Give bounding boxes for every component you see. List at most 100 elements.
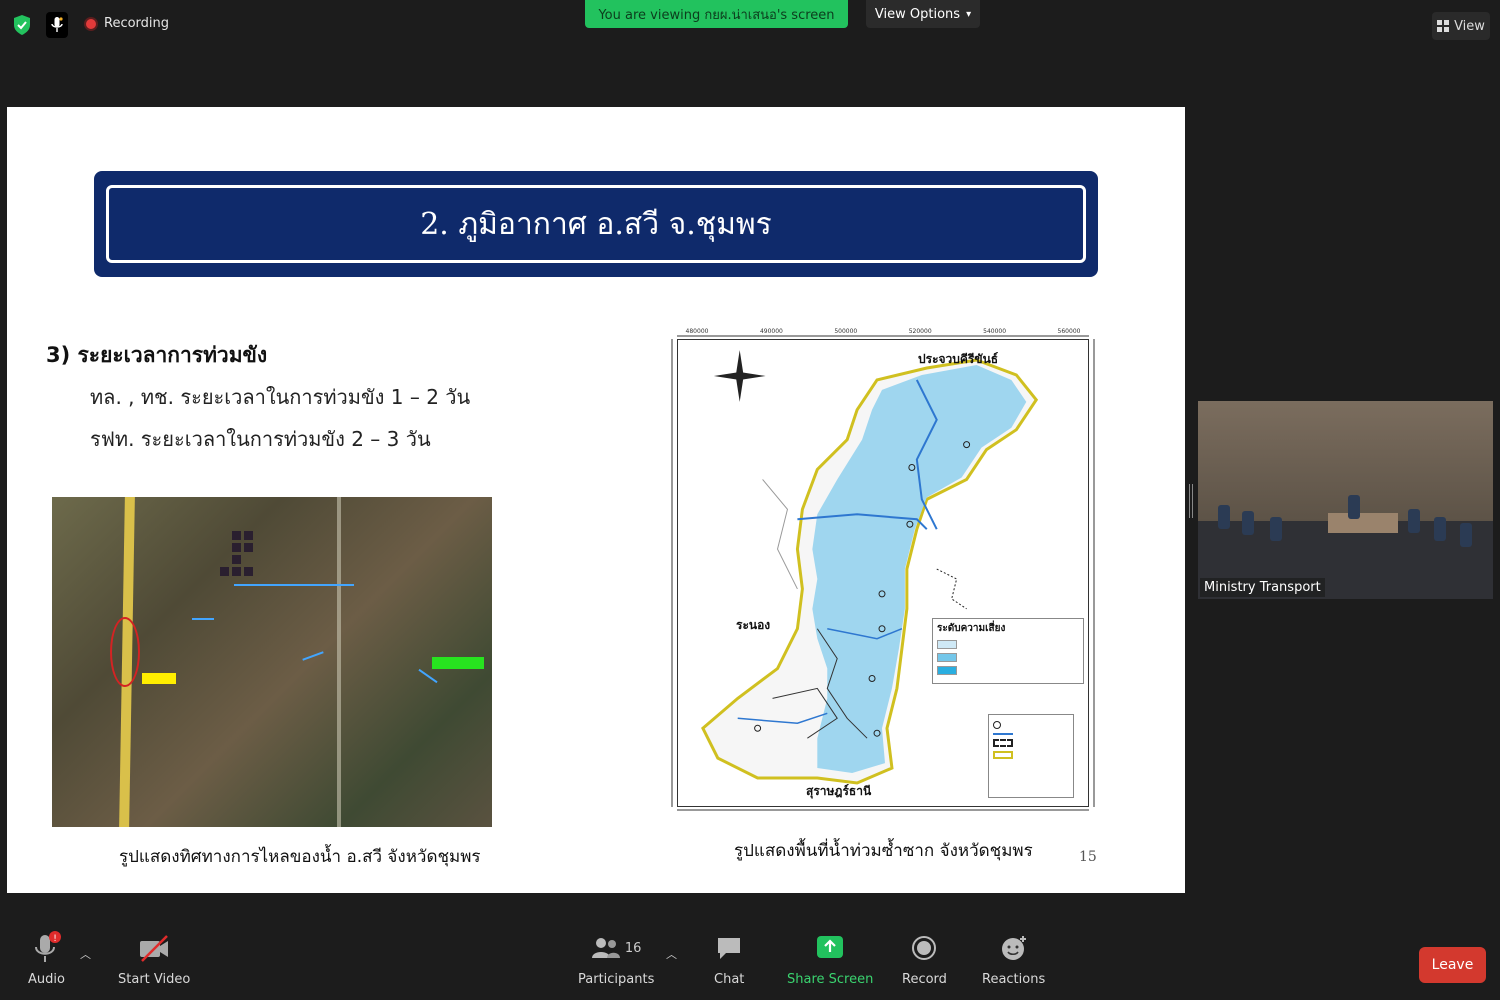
river-symbol-icon xyxy=(993,733,1013,735)
panel-resize-handle[interactable] xyxy=(1189,484,1193,518)
flow-arrow-icon xyxy=(418,668,438,684)
audio-button[interactable]: ! Audio xyxy=(28,928,65,987)
caption-right: รูปแสดงพื้นที่น้ำท่วมซ้ำซาก จังหวัดชุมพร xyxy=(734,841,1033,861)
video-participant-figure xyxy=(1348,495,1360,519)
map-axis-left xyxy=(671,339,673,807)
slide-heading: 3) ระยะเวลาการท่วมขัง xyxy=(46,343,268,367)
map-axis-tick-label: 490000 xyxy=(760,328,783,335)
pond xyxy=(232,555,241,564)
legend-row xyxy=(937,666,1079,675)
caption-left: รูปแสดงทิศทางการไหลของน้ำ อ.สวี จังหวัดช… xyxy=(119,847,481,867)
participants-icon xyxy=(591,938,620,958)
view-layout-button[interactable]: View xyxy=(1432,12,1490,40)
map-axis-right xyxy=(1093,339,1095,807)
slide-title-box: 2. ภูมิอากาศ อ.สวี จ.ชุมพร xyxy=(94,171,1098,277)
top-bar: Recording You are viewing กยผ.น่าเสนอ's … xyxy=(0,0,1500,52)
km-marker-label xyxy=(142,673,176,684)
recording-indicator[interactable]: Recording xyxy=(84,16,169,31)
north-arrow-icon xyxy=(713,350,766,402)
participants-button[interactable]: 16 Participants xyxy=(578,928,654,987)
pond xyxy=(244,531,253,540)
microphone-icon xyxy=(51,17,63,32)
pond xyxy=(232,567,241,576)
view-options-button[interactable]: View Options ▾ xyxy=(866,0,980,28)
slide-bullet-1: ทล. , ทช. ระยะเวลาในการท่วมขัง 1 – 2 วัน xyxy=(90,385,471,409)
chat-button[interactable]: Chat xyxy=(714,928,744,987)
record-icon xyxy=(912,936,937,960)
pond xyxy=(244,543,253,552)
map-axis-tick-label: 520000 xyxy=(909,328,932,335)
district-boundary-symbol-icon xyxy=(993,739,1013,747)
legend-row xyxy=(993,721,1069,729)
risk-legend-title: ระดับความเสี่ยง xyxy=(937,623,1006,634)
location-label xyxy=(432,657,484,669)
legend-row xyxy=(937,653,1079,662)
recording-label: Recording xyxy=(104,16,170,31)
symbol-legend xyxy=(988,714,1074,798)
district-symbol-icon xyxy=(993,721,1001,729)
audio-status-icon[interactable] xyxy=(46,12,68,38)
map-axis-top: 480000 490000 500000 520000 540000 560000 xyxy=(677,328,1089,337)
risk-legend: ระดับความเสี่ยง xyxy=(932,618,1084,684)
chat-icon xyxy=(718,938,741,959)
audio-options-chevron-icon[interactable]: ︿ xyxy=(80,946,91,962)
view-label: View xyxy=(1454,18,1485,34)
slide-bullet-2: รฟท. ระยะเวลาในการท่วมขัง 2 – 3 วัน xyxy=(90,427,431,451)
map-axis-bottom xyxy=(677,809,1089,811)
video-participant-figure xyxy=(1434,517,1446,541)
leave-button[interactable]: Leave xyxy=(1419,947,1486,983)
slide-title: 2. ภูมิอากาศ อ.สวี จ.ชุมพร xyxy=(106,185,1086,263)
participants-options-chevron-icon[interactable]: ︿ xyxy=(666,946,677,962)
video-background-wall xyxy=(1198,401,1493,521)
legend-row xyxy=(993,751,1069,759)
pond xyxy=(244,567,253,576)
map-axis-tick-label: 500000 xyxy=(834,328,857,335)
share-screen-button[interactable]: Share Screen xyxy=(787,928,873,987)
pond xyxy=(220,567,229,576)
video-conference-table xyxy=(1328,513,1398,533)
legend-row xyxy=(993,733,1069,735)
video-off-icon xyxy=(140,935,169,962)
legend-swatch-low xyxy=(937,640,957,649)
map-label-west: ระนอง xyxy=(736,618,771,632)
viewing-screen-banner: You are viewing กยผ.น่าเสนอ's screen xyxy=(585,0,848,28)
reactions-label: Reactions xyxy=(982,972,1046,987)
security-shield-icon[interactable] xyxy=(12,14,32,36)
chevron-down-icon: ▾ xyxy=(966,8,972,20)
microphone-icon: ! xyxy=(35,931,62,962)
participants-label: Participants xyxy=(578,972,655,987)
legend-row xyxy=(993,739,1069,747)
flood-point-marker xyxy=(110,617,140,687)
grid-icon xyxy=(1437,20,1450,32)
slide-page-number: 15 xyxy=(1079,849,1097,865)
map-axis-tick-label: 540000 xyxy=(983,328,1006,335)
reactions-smiley-icon xyxy=(1001,936,1026,960)
record-button[interactable]: Record xyxy=(902,928,947,987)
share-screen-label: Share Screen xyxy=(787,972,874,987)
participant-name: Ministry Transport xyxy=(1200,578,1325,597)
video-participant-figure xyxy=(1242,511,1254,535)
aerial-photo xyxy=(52,497,492,827)
svg-text:!: ! xyxy=(54,934,58,944)
reactions-button[interactable]: Reactions xyxy=(982,928,1045,987)
legend-swatch-high xyxy=(937,666,957,675)
flood-map: ประจวบคีรีขันธ์ ระนอง สุราษฎร์ธานี ระดับ… xyxy=(677,339,1089,807)
video-participant-figure xyxy=(1408,509,1420,533)
participant-video-tile[interactable]: Ministry Transport xyxy=(1198,401,1493,599)
legend-swatch-medium xyxy=(937,653,957,662)
flow-direction-label xyxy=(234,584,354,586)
video-participant-figure xyxy=(1218,505,1230,529)
railway-line xyxy=(337,497,341,827)
map-axis-tick-label: 480000 xyxy=(686,328,709,335)
recording-dot-icon xyxy=(84,16,98,31)
video-participant-figure xyxy=(1460,523,1472,547)
pond xyxy=(232,543,241,552)
pond xyxy=(232,531,241,540)
map-label-north: ประจวบคีรีขันธ์ xyxy=(918,352,999,366)
chat-label: Chat xyxy=(714,972,745,987)
start-video-label: Start Video xyxy=(118,972,191,987)
start-video-button[interactable]: Start Video xyxy=(118,928,190,987)
audio-label: Audio xyxy=(28,972,65,987)
map-axis-tick-label: 560000 xyxy=(1058,328,1081,335)
map-label-south: สุราษฎร์ธานี xyxy=(806,784,872,798)
